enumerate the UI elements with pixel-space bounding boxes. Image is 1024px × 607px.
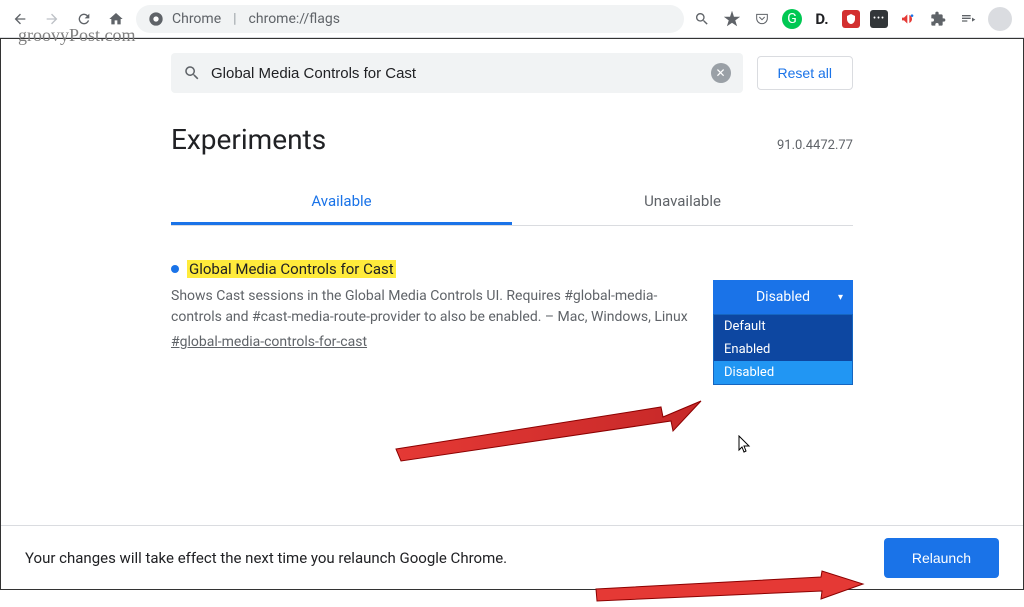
ublock-icon[interactable] [842, 10, 860, 28]
toolbar-icons: G D. ••• [692, 7, 1016, 31]
profile-avatar[interactable] [988, 7, 1012, 31]
dropdown-selected[interactable]: Disabled ▾ [713, 280, 853, 314]
search-icon [183, 64, 201, 82]
tab-available[interactable]: Available [171, 180, 512, 225]
dropdown-option-enabled[interactable]: Enabled [714, 338, 852, 361]
chevron-down-icon: ▾ [838, 292, 843, 303]
dropdown-list: Default Enabled Disabled [713, 314, 853, 385]
forward-button[interactable] [40, 7, 64, 31]
reload-button[interactable] [72, 7, 96, 31]
footer-bar: Your changes will take effect the next t… [1, 525, 1023, 589]
flag-hash[interactable]: #global-media-controls-for-cast [171, 334, 689, 350]
flag-title: Global Media Controls for Cast [187, 260, 396, 278]
playlist-icon[interactable] [958, 9, 978, 29]
flag-dropdown[interactable]: Disabled ▾ Default Enabled Disabled [713, 280, 853, 314]
tab-unavailable[interactable]: Unavailable [512, 180, 853, 225]
grammarly-icon[interactable]: G [782, 9, 802, 29]
url-path: chrome://flags [249, 11, 340, 27]
search-input[interactable] [211, 65, 701, 82]
zoom-icon[interactable] [692, 9, 712, 29]
clear-search-button[interactable]: ✕ [711, 63, 731, 83]
dropdown-option-disabled[interactable]: Disabled [714, 361, 852, 384]
lastpass-icon[interactable]: ••• [870, 10, 888, 28]
annotation-arrow-1 [391, 389, 711, 469]
pocket-icon[interactable] [752, 9, 772, 29]
dropdown-selected-label: Disabled [756, 289, 810, 305]
flag-description: Shows Cast sessions in the Global Media … [171, 286, 689, 328]
version-label: 91.0.4472.77 [777, 138, 853, 153]
star-icon[interactable] [722, 9, 742, 29]
extensions-icon[interactable] [928, 9, 948, 29]
relaunch-button[interactable]: Relaunch [884, 538, 999, 578]
url-separator: | [233, 11, 236, 27]
d-icon[interactable]: D. [812, 9, 832, 29]
modified-dot [171, 265, 179, 273]
browser-toolbar: Chrome | chrome://flags G D. ••• [0, 0, 1024, 38]
reset-all-button[interactable]: Reset all [757, 56, 853, 90]
address-bar[interactable]: Chrome | chrome://flags [136, 5, 684, 33]
footer-message: Your changes will take effect the next t… [25, 549, 507, 567]
content-frame: ✕ Reset all Experiments 91.0.4472.77 Ava… [0, 38, 1024, 590]
mouse-cursor [738, 435, 752, 455]
dropdown-option-default[interactable]: Default [714, 315, 852, 338]
megaphone-icon[interactable] [898, 9, 918, 29]
flag-item: Global Media Controls for Cast Shows Cas… [1, 226, 1023, 350]
chrome-icon [148, 11, 164, 27]
home-button[interactable] [104, 7, 128, 31]
tabs: Available Unavailable [171, 180, 853, 226]
url-label: Chrome [172, 11, 221, 27]
back-button[interactable] [8, 7, 32, 31]
search-box[interactable]: ✕ [171, 53, 743, 93]
page-title: Experiments [171, 123, 326, 156]
